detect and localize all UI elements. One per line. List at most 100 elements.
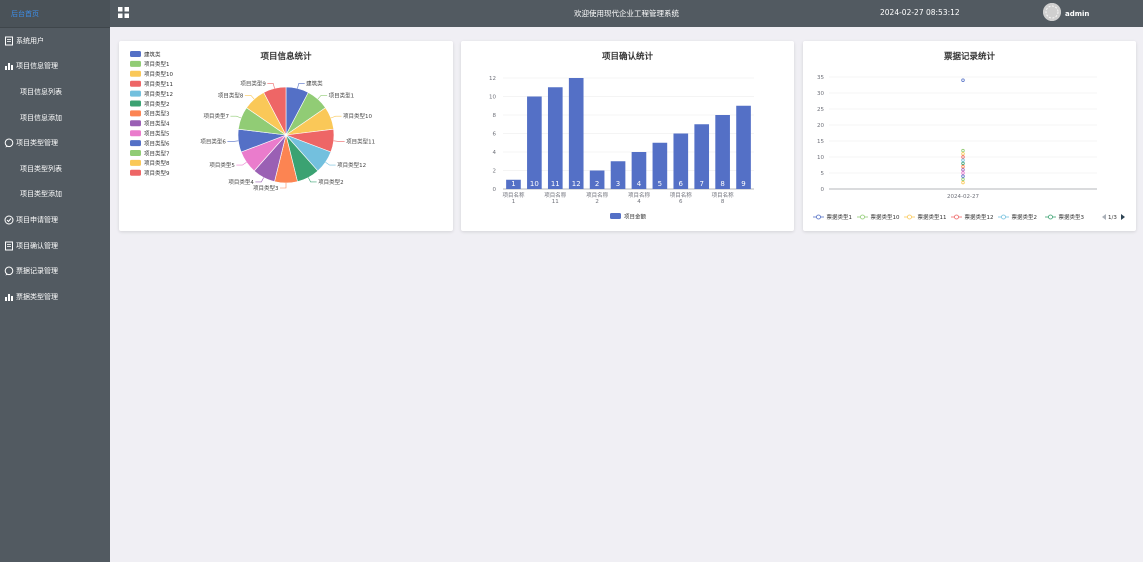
legend-label[interactable]: 项目金额: [624, 213, 647, 221]
line-point[interactable]: [961, 78, 965, 82]
sidebar-item[interactable]: 项目类型列表: [0, 156, 110, 182]
legend-marker[interactable]: [860, 214, 865, 220]
line-point[interactable]: [961, 161, 965, 166]
legend-label[interactable]: 项目类型8: [144, 159, 170, 167]
pie-label-line: [333, 140, 345, 142]
legend-swatch[interactable]: [130, 100, 141, 107]
legend-swatch[interactable]: [130, 159, 141, 166]
bar[interactable]: [527, 96, 542, 190]
legend-label[interactable]: 项目类型7: [144, 149, 170, 157]
y-tick-label: 30: [817, 91, 824, 97]
x-tick-label: 2: [595, 199, 599, 205]
y-tick-label: 5: [821, 171, 825, 177]
legend-label[interactable]: 项目类型12: [144, 90, 173, 98]
sidebar-item-label: 项目类型添加: [20, 190, 62, 199]
line-point[interactable]: [961, 177, 965, 182]
legend-prev-icon[interactable]: [1102, 214, 1106, 220]
legend-swatch[interactable]: [130, 60, 141, 67]
bar[interactable]: [715, 115, 730, 189]
line-point[interactable]: [961, 168, 965, 172]
bar-chart-icon: [5, 293, 13, 301]
x-tick-label: 项目名称: [670, 191, 693, 199]
sidebar-home-link[interactable]: 后台首页: [0, 0, 110, 28]
legend-swatch[interactable]: [130, 110, 141, 117]
legend-swatch[interactable]: [610, 213, 621, 219]
legend-label[interactable]: 票据类型1: [827, 213, 853, 221]
pie-label-line: [255, 177, 264, 183]
sidebar-item[interactable]: 项目确认管理: [0, 233, 110, 259]
avatar[interactable]: [1043, 3, 1061, 21]
legend-label[interactable]: 项目类型9: [144, 169, 170, 177]
bar[interactable]: [568, 78, 584, 189]
legend-label[interactable]: 票据类型11: [918, 213, 947, 221]
legend-marker[interactable]: [1048, 214, 1053, 220]
sidebar-item-label: 项目申请管理: [16, 215, 58, 224]
line-point[interactable]: [961, 174, 965, 178]
sidebar-item[interactable]: 票据记录管理: [0, 258, 110, 284]
legend-marker[interactable]: [954, 214, 959, 220]
bar-value-label: 2: [595, 180, 599, 188]
sidebar: 后台首页 系统用户 项目信息管理 项目信息列表 项目信息添加 项目类型管理 项目类型列表项…: [0, 0, 110, 562]
legend-swatch[interactable]: [130, 169, 141, 176]
y-tick-label: 25: [817, 107, 824, 113]
legend-label[interactable]: 票据类型2: [1012, 213, 1038, 221]
pie-label-line: [297, 83, 305, 89]
legend-swatch[interactable]: [130, 90, 141, 97]
pie-slice-label: 建筑类: [306, 80, 323, 88]
sidebar-item[interactable]: 项目信息列表: [0, 79, 110, 105]
pie-slice-label: 项目类型12: [337, 161, 366, 169]
pie-slice-label: 项目类型10: [343, 112, 372, 120]
legend-label[interactable]: 项目类型1: [144, 60, 170, 68]
legend-label[interactable]: 项目类型11: [144, 80, 173, 88]
y-tick-label: 4: [493, 150, 497, 156]
welcome-text: 欢迎使用现代企业工程管理系统: [574, 9, 679, 18]
bar-value-label: 8: [720, 180, 724, 188]
bar[interactable]: [736, 105, 751, 189]
sidebar-item[interactable]: 项目信息添加: [0, 105, 110, 131]
legend-label[interactable]: 项目类型5: [144, 130, 170, 138]
legend-swatch[interactable]: [130, 70, 141, 77]
legend-swatch[interactable]: [130, 80, 141, 87]
legend-label[interactable]: 项目类型2: [144, 100, 170, 108]
pie-slice-label: 项目类型2: [318, 178, 344, 186]
legend-label[interactable]: 建筑类: [144, 50, 161, 58]
line-point[interactable]: [961, 158, 965, 162]
legend-next-icon[interactable]: [1121, 214, 1125, 220]
legend-marker[interactable]: [1001, 214, 1006, 220]
legend-label[interactable]: 项目类型3: [144, 110, 170, 118]
line-point[interactable]: [961, 152, 965, 156]
legend-label[interactable]: 项目类型6: [144, 139, 170, 147]
legend-page-indicator: 1/3: [1108, 215, 1117, 221]
legend-label[interactable]: 票据类型3: [1059, 213, 1085, 221]
legend-swatch[interactable]: [130, 120, 141, 127]
line-point[interactable]: [961, 164, 965, 169]
legend-swatch[interactable]: [130, 130, 141, 137]
line-point[interactable]: [961, 171, 965, 175]
legend-swatch[interactable]: [130, 51, 141, 57]
legend-label[interactable]: 项目类型10: [144, 70, 173, 78]
bar-value-label: 11: [551, 180, 560, 188]
pie-label-line: [236, 162, 247, 166]
sidebar-item[interactable]: 项目类型添加: [0, 182, 110, 208]
pie-label-line: [280, 183, 287, 189]
legend-swatch[interactable]: [130, 140, 141, 147]
legend-label[interactable]: 项目类型4: [144, 120, 170, 128]
legend-marker[interactable]: [907, 214, 912, 220]
sidebar-item[interactable]: 项目申请管理: [0, 207, 110, 233]
legend-swatch[interactable]: [130, 150, 141, 156]
sidebar-item[interactable]: 项目信息管理: [0, 54, 110, 80]
line-point[interactable]: [961, 148, 965, 153]
bar[interactable]: [547, 87, 563, 189]
sidebar-item[interactable]: 项目类型管理: [0, 130, 110, 156]
sidebar-item[interactable]: 系统用户: [0, 28, 110, 54]
legend-label[interactable]: 票据类型12: [965, 213, 994, 221]
sidebar-item[interactable]: 票据类型管理: [0, 284, 110, 310]
line-point[interactable]: [961, 180, 965, 185]
legend-marker[interactable]: [816, 214, 821, 220]
username[interactable]: admin: [1065, 10, 1089, 18]
legend-label[interactable]: 票据类型10: [871, 213, 900, 221]
bar-value-label: 1: [511, 180, 515, 188]
line-point[interactable]: [961, 155, 965, 159]
x-tick-label: 2024-02-27: [947, 194, 979, 200]
pie-slice-label: 项目类型1: [329, 91, 355, 99]
